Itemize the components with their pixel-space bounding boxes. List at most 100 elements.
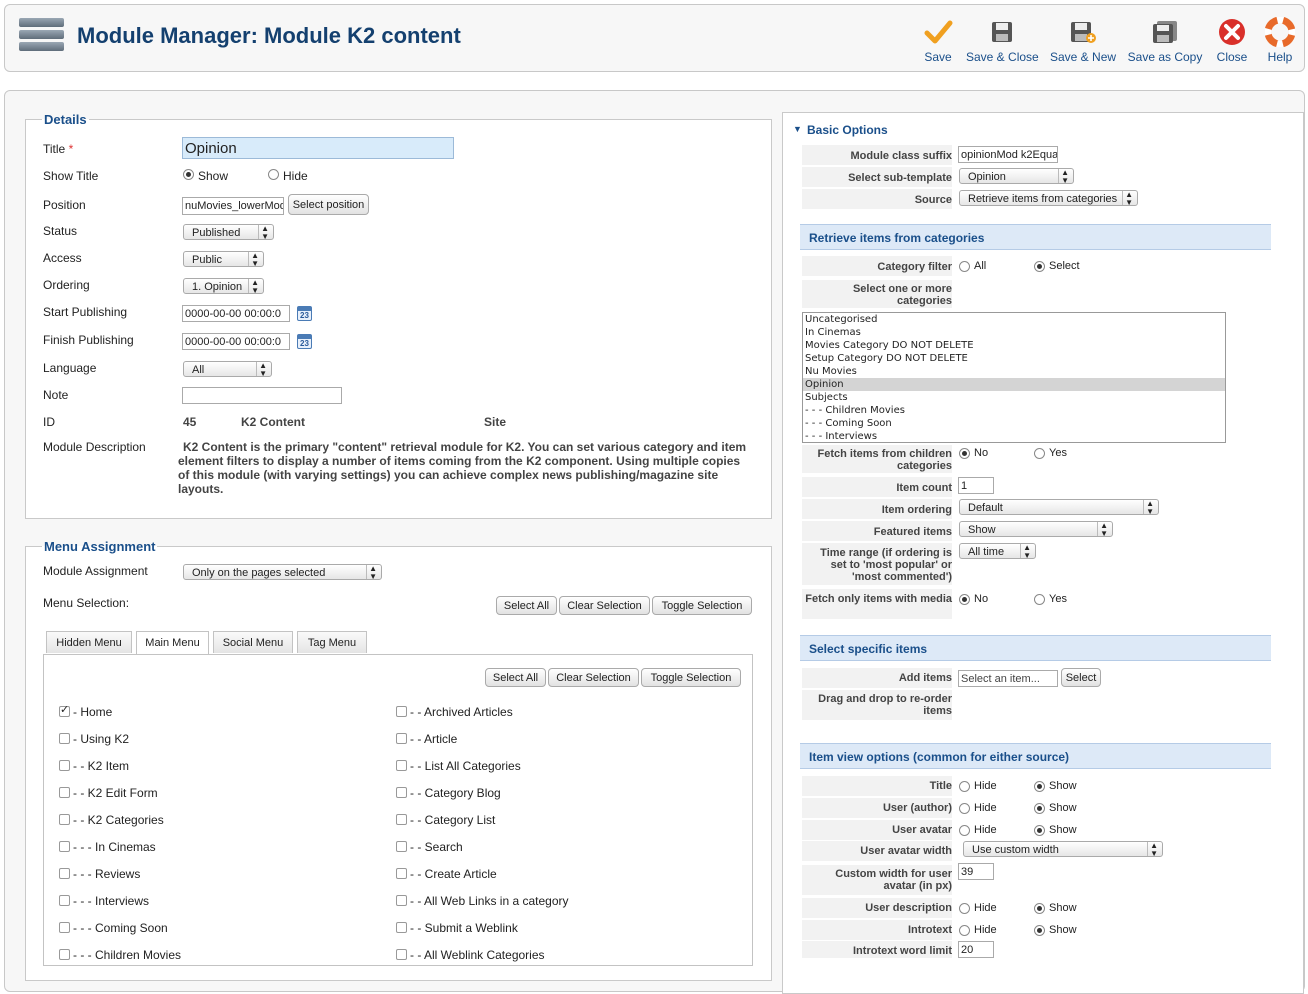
title-input[interactable]: Opinion: [182, 137, 454, 159]
class-suffix-input[interactable]: opinionMod k2Equa: [958, 146, 1058, 163]
menu-item-label[interactable]: - - - In Cinemas: [73, 840, 156, 854]
menu-item-checkbox[interactable]: [59, 787, 70, 798]
collapse-arrow-icon[interactable]: ▼: [793, 124, 802, 134]
user-avatar-hide-radio[interactable]: [959, 825, 970, 836]
access-select[interactable]: Public ▲ ▼: [183, 251, 264, 267]
menu-item-checkbox[interactable]: [59, 814, 70, 825]
select-item-button[interactable]: Select: [1061, 668, 1101, 687]
clear-selection-button[interactable]: Clear Selection: [559, 596, 650, 615]
tab-tag-menu[interactable]: Tag Menu: [297, 631, 367, 653]
menu-item-checkbox[interactable]: [396, 760, 407, 771]
tab-hidden-menu[interactable]: Hidden Menu: [46, 631, 132, 653]
save-new-button[interactable]: Save & New: [1050, 17, 1116, 67]
category-filter-select-radio[interactable]: [1034, 261, 1045, 272]
status-select[interactable]: Published ▲ ▼: [183, 224, 274, 240]
basic-options-title[interactable]: Basic Options: [807, 123, 888, 137]
title-show-radio[interactable]: [1034, 781, 1045, 792]
menu-item-checkbox[interactable]: [59, 868, 70, 879]
category-option[interactable]: Uncategorised: [803, 313, 1225, 326]
menu-item-checkbox[interactable]: [396, 868, 407, 879]
custom-width-input[interactable]: 39: [958, 863, 994, 880]
category-option[interactable]: In Cinemas: [803, 326, 1225, 339]
menu-item-checkbox[interactable]: [59, 703, 70, 717]
menu-item-label[interactable]: - - List All Categories: [410, 759, 521, 773]
user-description-hide-radio[interactable]: [959, 903, 970, 914]
menu-item-checkbox[interactable]: [59, 760, 70, 771]
fetch-children-no-radio[interactable]: [959, 448, 970, 459]
toggle-selection-button[interactable]: Toggle Selection: [652, 596, 752, 615]
show-title-show-radio[interactable]: [183, 169, 194, 180]
select-all-button[interactable]: Select All: [496, 596, 557, 615]
note-input[interactable]: [182, 387, 342, 404]
position-input[interactable]: nuMovies_lowerMod: [182, 197, 284, 215]
menu-item-label[interactable]: - - Submit a Weblink: [410, 921, 518, 935]
category-option[interactable]: Subjects: [803, 391, 1225, 404]
menu-item-checkbox[interactable]: [396, 922, 407, 933]
menu-item-checkbox[interactable]: [396, 706, 407, 717]
menu-item-label[interactable]: - Using K2: [73, 732, 129, 746]
calendar-icon[interactable]: 23: [297, 334, 312, 349]
tab-social-menu[interactable]: Social Menu: [213, 631, 293, 653]
menu-item-label[interactable]: - - Article: [410, 732, 457, 746]
menu-item-label[interactable]: - - K2 Edit Form: [73, 786, 158, 800]
select-position-button[interactable]: Select position: [288, 194, 369, 215]
user-avatar-show-radio[interactable]: [1034, 825, 1045, 836]
menu-item-label[interactable]: - - Create Article: [410, 867, 497, 881]
language-select[interactable]: All ▲ ▼: [183, 361, 272, 377]
add-items-input[interactable]: Select an item...: [958, 670, 1058, 687]
panel-toggle-selection-button[interactable]: Toggle Selection: [641, 668, 741, 687]
featured-items-select[interactable]: Show ▲ ▼: [959, 521, 1113, 537]
menu-item-checkbox[interactable]: [396, 814, 407, 825]
menu-item-label[interactable]: - - All Web Links in a category: [410, 894, 569, 908]
fetch-media-no-radio[interactable]: [959, 594, 970, 605]
menu-item-label[interactable]: - Home: [73, 705, 112, 719]
menu-item-checkbox[interactable]: [396, 733, 407, 744]
user-author-show-radio[interactable]: [1034, 803, 1045, 814]
menu-item-label[interactable]: - - - Children Movies: [73, 948, 181, 962]
menu-item-checkbox[interactable]: [396, 895, 407, 906]
category-option[interactable]: Opinion: [803, 378, 1225, 391]
category-option[interactable]: - - - Coming Soon: [803, 417, 1225, 430]
close-button[interactable]: Close: [1212, 17, 1252, 67]
finish-publishing-input[interactable]: 0000-00-00 00:00:0: [182, 333, 290, 350]
category-option[interactable]: Movies Category DO NOT DELETE: [803, 339, 1225, 352]
introtext-show-radio[interactable]: [1034, 925, 1045, 936]
menu-item-label[interactable]: - - Archived Articles: [410, 705, 513, 719]
menu-item-label[interactable]: - - Category Blog: [410, 786, 501, 800]
source-select[interactable]: Retrieve items from categories ▲ ▼: [959, 190, 1138, 206]
category-filter-all-radio[interactable]: [959, 261, 970, 272]
menu-item-label[interactable]: - - Search: [410, 840, 463, 854]
save-copy-button[interactable]: Save as Copy: [1127, 17, 1203, 67]
category-option[interactable]: Nu Movies: [803, 365, 1225, 378]
help-button[interactable]: Help: [1262, 17, 1298, 67]
menu-item-label[interactable]: - - - Reviews: [73, 867, 140, 881]
save-close-button[interactable]: Save & Close: [966, 17, 1039, 67]
menu-item-checkbox[interactable]: [59, 949, 70, 960]
menu-item-checkbox[interactable]: [59, 895, 70, 906]
menu-item-label[interactable]: - - All Weblink Categories: [410, 948, 545, 962]
category-option[interactable]: - - - Interviews: [803, 430, 1225, 442]
menu-item-label[interactable]: - - K2 Item: [73, 759, 129, 773]
menu-item-checkbox[interactable]: [59, 733, 70, 744]
show-title-hide-radio[interactable]: [268, 169, 279, 180]
menu-item-checkbox[interactable]: [59, 922, 70, 933]
category-option[interactable]: - - - Children Movies: [803, 404, 1225, 417]
title-hide-radio[interactable]: [959, 781, 970, 792]
start-publishing-input[interactable]: 0000-00-00 00:00:0: [182, 305, 290, 322]
item-count-input[interactable]: 1: [958, 477, 994, 494]
menu-item-checkbox[interactable]: [59, 841, 70, 852]
tab-main-menu[interactable]: Main Menu: [136, 631, 209, 655]
menu-item-label[interactable]: - - Category List: [410, 813, 495, 827]
introtext-hide-radio[interactable]: [959, 925, 970, 936]
time-range-select[interactable]: All time ▲ ▼: [959, 543, 1036, 559]
user-author-hide-radio[interactable]: [959, 803, 970, 814]
menu-item-label[interactable]: - - - Coming Soon: [73, 921, 168, 935]
save-button[interactable]: Save: [918, 17, 958, 67]
category-option[interactable]: Setup Category DO NOT DELETE: [803, 352, 1225, 365]
menu-item-label[interactable]: - - - Interviews: [73, 894, 149, 908]
word-limit-input[interactable]: 20: [958, 941, 994, 958]
avatar-width-select[interactable]: Use custom width ▲ ▼: [963, 841, 1163, 857]
menu-item-label[interactable]: - - K2 Categories: [73, 813, 164, 827]
fetch-children-yes-radio[interactable]: [1034, 448, 1045, 459]
panel-clear-selection-button[interactable]: Clear Selection: [548, 668, 639, 687]
